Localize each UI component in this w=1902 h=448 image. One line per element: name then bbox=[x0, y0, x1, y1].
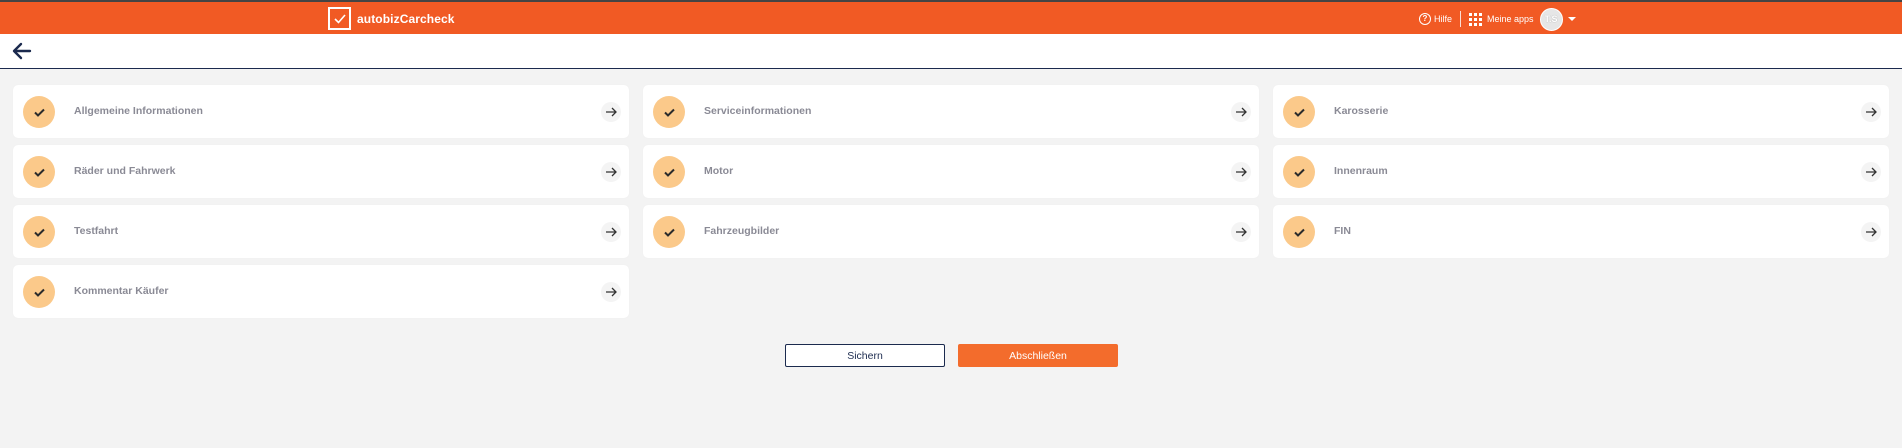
section-card-general-info[interactable]: Allgemeine Informationen bbox=[13, 85, 629, 138]
section-card-wheels[interactable]: Räder und Fahrwerk bbox=[13, 145, 629, 198]
back-button[interactable] bbox=[12, 42, 32, 60]
sub-bar bbox=[0, 34, 1902, 69]
check-icon bbox=[653, 156, 685, 188]
arrow-right-icon[interactable] bbox=[1231, 222, 1251, 242]
section-label: Allgemeine Informationen bbox=[74, 105, 203, 117]
brand-name: autobizCarcheck bbox=[357, 11, 455, 26]
section-label: Kommentar Käufer bbox=[74, 285, 169, 297]
brand-logo[interactable]: autobizCarcheck bbox=[328, 7, 455, 30]
arrow-right-icon[interactable] bbox=[601, 162, 621, 182]
section-label: Testfahrt bbox=[74, 225, 119, 237]
section-card-body[interactable]: Karosserie bbox=[1273, 85, 1889, 138]
arrow-right-icon[interactable] bbox=[1861, 222, 1881, 242]
section-card-vin[interactable]: FIN bbox=[1273, 205, 1889, 258]
help-link[interactable]: ? Hilfe bbox=[1419, 13, 1452, 25]
section-card-buyer-comment[interactable]: Kommentar Käufer bbox=[13, 265, 629, 318]
check-icon bbox=[23, 216, 55, 248]
header-divider bbox=[1460, 11, 1462, 27]
check-icon bbox=[1283, 216, 1315, 248]
section-card-service-info[interactable]: Serviceinformationen bbox=[643, 85, 1259, 138]
chevron-down-icon[interactable] bbox=[1567, 17, 1576, 21]
arrow-right-icon[interactable] bbox=[601, 222, 621, 242]
arrow-right-icon[interactable] bbox=[601, 282, 621, 302]
top-bar: autobizCarcheck ? Hilfe Meine apps T.S bbox=[0, 0, 1902, 34]
header-actions: ? Hilfe Meine apps T.S bbox=[1419, 7, 1576, 31]
grid-icon bbox=[1469, 12, 1483, 26]
section-card-engine[interactable]: Motor bbox=[643, 145, 1259, 198]
section-label: Fahrzeugbilder bbox=[704, 225, 780, 237]
check-icon bbox=[1283, 96, 1315, 128]
check-icon bbox=[23, 96, 55, 128]
section-label: Karosserie bbox=[1334, 105, 1389, 117]
section-card-vehicle-images[interactable]: Fahrzeugbilder bbox=[643, 205, 1259, 258]
check-icon bbox=[653, 216, 685, 248]
apps-menu[interactable]: Meine apps bbox=[1469, 12, 1534, 26]
arrow-right-icon[interactable] bbox=[1231, 162, 1251, 182]
arrow-right-icon[interactable] bbox=[601, 102, 621, 122]
save-button[interactable]: Sichern bbox=[785, 344, 945, 367]
arrow-right-icon[interactable] bbox=[1231, 102, 1251, 122]
question-circle-icon: ? bbox=[1419, 13, 1431, 25]
check-icon bbox=[23, 276, 55, 308]
section-card-interior[interactable]: Innenraum bbox=[1273, 145, 1889, 198]
check-icon bbox=[1283, 156, 1315, 188]
section-label: FIN bbox=[1334, 225, 1351, 237]
user-avatar[interactable]: T.S bbox=[1539, 7, 1563, 31]
check-icon bbox=[23, 156, 55, 188]
section-card-test-drive[interactable]: Testfahrt bbox=[13, 205, 629, 258]
section-label: Motor bbox=[704, 165, 734, 177]
help-label: Hilfe bbox=[1434, 14, 1453, 24]
arrow-left-icon bbox=[12, 42, 32, 60]
section-label: Räder und Fahrwerk bbox=[74, 165, 176, 177]
finish-button[interactable]: Abschließen bbox=[958, 344, 1118, 367]
section-label: Serviceinformationen bbox=[704, 105, 812, 117]
apps-label: Meine apps bbox=[1487, 14, 1534, 24]
check-icon bbox=[653, 96, 685, 128]
brand-check-icon bbox=[328, 7, 351, 30]
arrow-right-icon[interactable] bbox=[1861, 162, 1881, 182]
arrow-right-icon[interactable] bbox=[1861, 102, 1881, 122]
section-label: Innenraum bbox=[1334, 165, 1388, 177]
